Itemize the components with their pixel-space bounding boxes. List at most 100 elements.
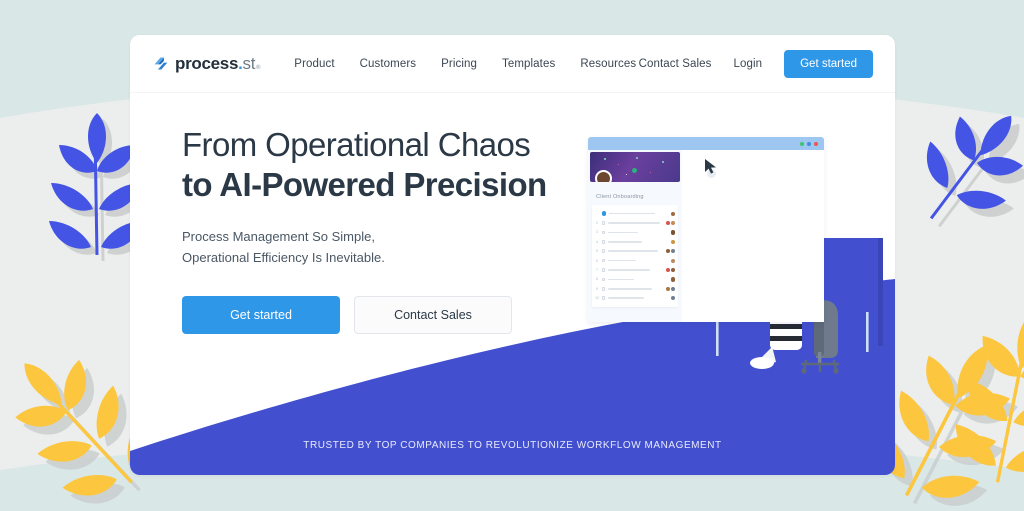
checklist-row-number: 2	[596, 221, 598, 226]
primary-nav-links: Product Customers Pricing Templates Reso…	[294, 58, 636, 70]
checklist-row[interactable]: 5	[595, 247, 675, 256]
hero-subheading: Process Management So Simple, Operationa…	[182, 226, 562, 268]
brand-name-main: process	[175, 54, 239, 73]
checklist-row-number: 7	[596, 268, 598, 273]
navigation-bar: process. st ® Product Customers Pricing Te…	[130, 35, 895, 93]
checklist-row-text-placeholder	[607, 278, 634, 281]
checklist-row-assignees	[665, 286, 675, 291]
brand-wordmark: process. st ®	[175, 54, 261, 73]
checklist-row-text-placeholder	[607, 250, 658, 253]
checklist-row-number: 8	[596, 277, 598, 282]
assignee-avatar-icon	[670, 230, 675, 235]
checklist-row-number: 5	[596, 249, 598, 254]
assignee-avatar-icon	[670, 296, 675, 301]
brand-trademark: ®	[256, 65, 261, 71]
nav-link-resources[interactable]: Resources	[580, 58, 636, 70]
checklist-row[interactable]: 8	[595, 275, 675, 284]
assignee-avatar-icon	[670, 286, 675, 291]
checklist-row-assignees	[670, 258, 675, 263]
nav-link-contact-sales[interactable]: Contact Sales	[639, 58, 712, 70]
checklist-row[interactable]: 10	[595, 294, 675, 303]
checklist-checkbox[interactable]	[601, 287, 606, 291]
checklist-row-text-placeholder	[607, 241, 642, 243]
checklist-row-assignees	[665, 249, 675, 254]
subheading-line-1: Process Management So Simple,	[182, 229, 375, 245]
checklist-checkbox[interactable]	[601, 268, 606, 272]
checklist-row-assignees	[670, 239, 675, 244]
window-dot-red	[814, 141, 818, 146]
checklist-row[interactable]: 9	[595, 284, 675, 293]
assignee-avatar-icon	[670, 267, 675, 273]
checklist-row[interactable]: 7	[595, 265, 675, 274]
assignee-avatar-icon	[670, 258, 675, 263]
hero-card: process. st ® Product Customers Pricing Te…	[130, 35, 895, 475]
nav-get-started-button[interactable]: Get started	[784, 49, 873, 78]
assignee-avatar-icon	[665, 220, 670, 226]
checklist-row-text-placeholder	[607, 222, 660, 224]
checklist-checkbox[interactable]	[601, 258, 606, 263]
hero-get-started-button[interactable]: Get started	[182, 296, 340, 335]
assignee-avatar-icon	[665, 249, 670, 254]
window-dot-blue	[807, 141, 811, 146]
checklist-checkbox[interactable]	[601, 249, 606, 254]
checklist-row-assignees	[665, 267, 675, 273]
checklist-row-assignees	[665, 220, 675, 226]
checklist-row-number: 10	[595, 296, 599, 301]
space-themed-banner-icon	[590, 152, 680, 182]
checklist-row-assignees	[670, 211, 675, 216]
checklist-row-assignees	[670, 277, 675, 282]
checklist-row-text-placeholder	[607, 231, 638, 234]
checklist-row[interactable]: 4	[595, 237, 675, 246]
checklist-checkbox[interactable]	[601, 296, 606, 300]
assignee-avatar-icon	[665, 267, 670, 273]
assignee-avatar-icon	[670, 277, 675, 282]
trusted-by-text: TRUSTED BY TOP COMPANIES TO REVOLUTIONIZ…	[303, 440, 722, 451]
nav-link-login[interactable]: Login	[733, 58, 762, 70]
checklist-row-text-placeholder	[607, 297, 644, 299]
brand-logo[interactable]: process. st ®	[152, 54, 261, 73]
checklist-row-text-placeholder	[607, 288, 652, 290]
checklist-row-assignees	[670, 296, 675, 301]
window-control-dots	[800, 141, 818, 146]
checklist-row-text-placeholder	[608, 212, 655, 215]
leaf-branch-top-right	[895, 90, 1024, 260]
nav-link-customers[interactable]: Customers	[360, 58, 417, 70]
headline-line-1: From Operational Chaos	[182, 126, 531, 163]
hero-button-row: Get started Contact Sales	[182, 296, 562, 335]
browser-window-mockup: Client Onboarding 2 3 4 5 6 7 8 9 10	[588, 137, 824, 322]
checklist-checkbox[interactable]	[601, 230, 606, 235]
browser-sidebar: Client Onboarding 2 3 4 5 6 7 8 9 10	[588, 150, 682, 322]
checklist-row[interactable]: 3	[595, 228, 675, 237]
checklist-title: Client Onboarding	[596, 194, 644, 200]
checklist-row-assignees	[670, 230, 675, 235]
leaf-branch-bottom-far-right	[940, 300, 1024, 500]
checklist-checkbox[interactable]	[601, 240, 606, 244]
nav-actions: Contact Sales Login Get started	[639, 49, 873, 78]
window-dot-green	[800, 141, 804, 146]
checklist-row-number: 3	[596, 230, 598, 235]
hero-illustration: Client Onboarding 2 3 4 5 6 7 8 9 10	[570, 130, 895, 380]
checklist-row[interactable]	[595, 209, 675, 218]
browser-title-bar	[588, 137, 824, 150]
checklist-row[interactable]: 6	[595, 256, 675, 265]
checklist-checkbox[interactable]	[601, 221, 606, 225]
brand-name-suffix: st	[242, 54, 256, 73]
checklist-row[interactable]: 2	[595, 218, 675, 227]
browser-content: Client Onboarding 2 3 4 5 6 7 8 9 10	[588, 150, 824, 322]
user-avatar	[595, 170, 612, 182]
checklist-active-indicator	[601, 211, 607, 216]
checklist-row-number: 9	[596, 286, 598, 291]
assignee-avatar-icon	[670, 249, 675, 254]
hero-contact-sales-button[interactable]: Contact Sales	[354, 296, 512, 335]
nav-link-pricing[interactable]: Pricing	[441, 58, 477, 70]
assignee-avatar-icon	[665, 286, 670, 291]
subheading-line-2: Operational Efficiency Is Inevitable.	[182, 250, 385, 266]
hero-copy-block: From Operational Chaos to AI-Powered Pre…	[182, 125, 562, 335]
nav-link-templates[interactable]: Templates	[502, 58, 555, 70]
checklist-row-number: 6	[596, 258, 598, 263]
checklist-checkbox[interactable]	[601, 277, 606, 282]
checklist-row-text-placeholder	[607, 259, 636, 262]
checklist-row-number: 4	[596, 239, 598, 244]
nav-link-product[interactable]: Product	[294, 58, 334, 70]
checklist-row-text-placeholder	[607, 269, 650, 271]
